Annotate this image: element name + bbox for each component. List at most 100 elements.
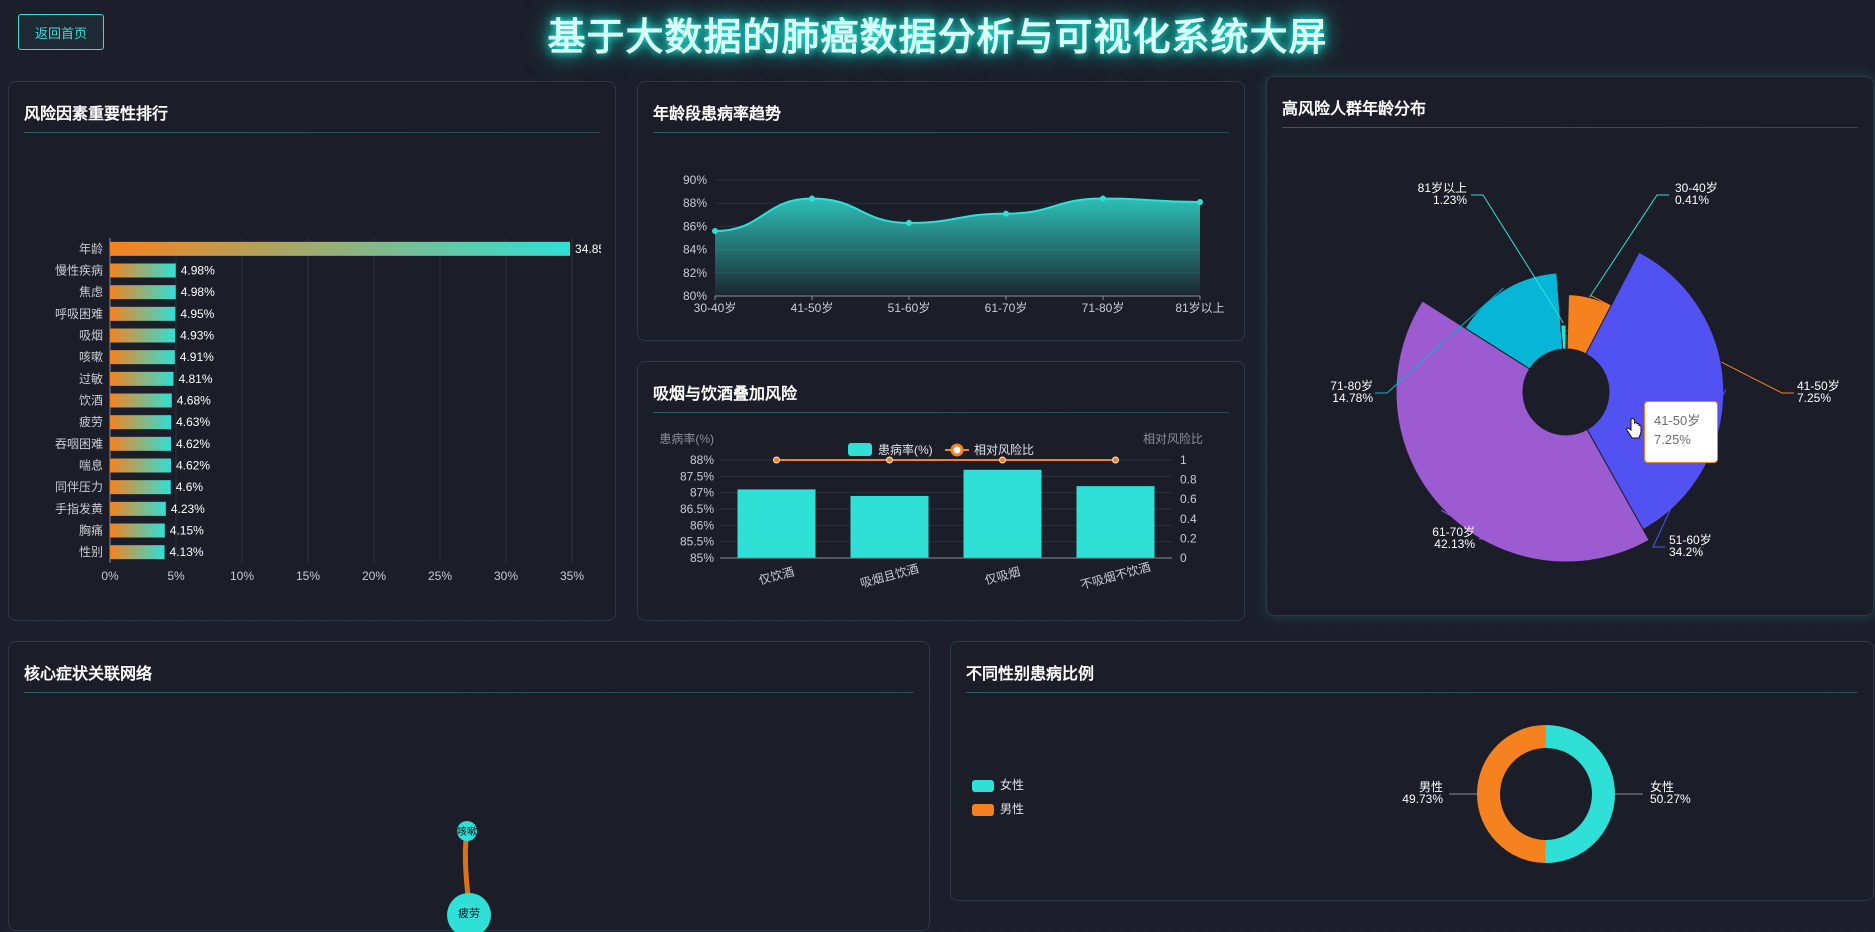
- x-tick-label: 30-40岁: [694, 300, 737, 315]
- risk-factor-bar-chart: 0% 5% 10% 15% 20% 25% 30% 35% 年龄 34.85% 慢性疾病 4.98% 焦…: [55, 238, 601, 583]
- y-category-label: 饮酒: [79, 394, 103, 408]
- bar: [110, 350, 175, 365]
- bar: [110, 285, 176, 300]
- y-tick-label: 82%: [683, 266, 707, 280]
- pointer-cursor-icon: [1626, 418, 1642, 439]
- age-trend-area-chart: 80%82%84%86%88%90%30-40岁 41-50岁 51-60岁 61-7…: [683, 173, 1225, 315]
- bar: [110, 436, 171, 451]
- y-category-label: 疲劳: [79, 414, 103, 429]
- data-label: 4.93%: [180, 329, 214, 343]
- y2-tick-label: 0.6: [1180, 492, 1197, 506]
- slice-value: 49.73%: [1402, 792, 1443, 806]
- area-fill: [715, 198, 1200, 296]
- panel-high-risk-age: 高风险人群年龄分布 30-40岁 0.41% 41-50岁 7.25% 51-60岁 34…: [1266, 76, 1874, 616]
- bar: [110, 458, 171, 473]
- panel-risk-factors: 风险因素重要性排行 0% 5% 10% 15% 20% 25% 30% 35% 年龄 34.85%…: [8, 81, 616, 621]
- data-label: 4.81%: [178, 372, 212, 386]
- data-label: 4.62%: [176, 437, 210, 451]
- data-label: 4.63%: [176, 415, 210, 429]
- donut-slice: [1544, 725, 1616, 863]
- slice-value: 42.13%: [1434, 537, 1475, 551]
- bar: [110, 328, 176, 343]
- legend-swatch: [950, 443, 964, 457]
- bar: [110, 263, 176, 278]
- data-label: 4.68%: [177, 394, 211, 408]
- y-category-label: 年龄: [79, 242, 103, 256]
- data-point: [906, 219, 912, 226]
- x-tick-label: 10%: [230, 569, 254, 583]
- y-category-label: 呼吸困难: [55, 307, 103, 321]
- tooltip-name: 41-50岁: [1654, 413, 1701, 428]
- x-tick-label: 35%: [560, 569, 584, 583]
- panel-symptom-network: 核心症状关联网络 咳嗽 疲劳: [8, 641, 930, 932]
- x-tick-label: 25%: [428, 569, 452, 583]
- x-tick-label: 81岁以上: [1175, 300, 1224, 315]
- y2-tick-label: 1: [1180, 453, 1187, 467]
- data-point: [999, 456, 1006, 464]
- x-tick-label: 0%: [101, 569, 119, 583]
- y-category-label: 吸烟: [79, 329, 103, 343]
- y-tick-label: 87%: [690, 486, 714, 500]
- legend-label: 相对风险比: [974, 442, 1034, 457]
- data-point: [886, 456, 893, 464]
- data-label: 4.98%: [181, 264, 215, 278]
- y-tick-label: 86%: [683, 219, 707, 233]
- data-point: [1003, 210, 1009, 217]
- data-label: 4.95%: [180, 307, 214, 321]
- y2-tick-label: 0.4: [1180, 512, 1197, 526]
- bar: [110, 306, 176, 321]
- y2-tick-label: 0: [1180, 551, 1187, 565]
- y-category-label: 慢性疾病: [55, 263, 103, 278]
- page-title: 基于大数据的肺癌数据分析与可视化系统大屏: [547, 17, 1328, 59]
- data-point: [773, 456, 780, 464]
- y-category-label: 手指发黄: [55, 501, 103, 516]
- panel-gender-ratio: 不同性别患病比例 女性 男性 女性 50.27% 男性 49.73%: [950, 641, 1874, 901]
- y-tick-label: 90%: [683, 173, 707, 187]
- data-label: 4.15%: [170, 524, 204, 538]
- data-point: [1112, 456, 1119, 464]
- x-tick-label: 吸烟且饮酒: [859, 561, 921, 590]
- slice-value: 1.23%: [1433, 193, 1467, 207]
- y-tick-label: 84%: [683, 243, 707, 257]
- x-tick-label: 15%: [296, 569, 320, 583]
- y-tick-label: 85.5%: [680, 535, 714, 549]
- bar: [110, 393, 172, 408]
- y2-axis-title: 相对风险比: [1143, 431, 1203, 446]
- y-tick-label: 86%: [690, 518, 714, 532]
- data-label: 4.91%: [180, 350, 214, 364]
- bar: [1076, 486, 1155, 558]
- slice-value: 34.2%: [1669, 545, 1703, 559]
- data-point: [712, 228, 718, 235]
- bar: [110, 241, 571, 256]
- y-tick-label: 88%: [690, 453, 714, 467]
- y-axis-title: 患病率(%): [659, 431, 714, 446]
- x-tick-label: 5%: [167, 569, 185, 583]
- bar: [737, 489, 816, 558]
- slice-value: 14.78%: [1332, 391, 1373, 405]
- slice-value: 7.25%: [1797, 391, 1831, 405]
- x-tick-label: 不吸烟不饮酒: [1079, 560, 1152, 592]
- y-category-label: 性别: [79, 545, 103, 559]
- data-label: 4.62%: [176, 459, 210, 473]
- y-category-label: 过敏: [79, 371, 103, 386]
- bar: [850, 495, 929, 558]
- x-tick-label: 30%: [494, 569, 518, 583]
- x-tick-label: 71-80岁: [1082, 300, 1125, 315]
- symptom-network-graph: 咳嗽 疲劳: [447, 821, 491, 932]
- y-category-label: 吞咽困难: [55, 437, 103, 451]
- y-tick-label: 87.5%: [680, 469, 714, 483]
- data-point: [1197, 199, 1203, 206]
- x-tick-label: 仅饮酒: [757, 565, 795, 588]
- x-tick-label: 仅吸烟: [983, 565, 1021, 588]
- smoke-drink-combo-chart: 患病率(%) 相对风险比 85% 85.5% 86% 86.5% 87% 87.5% 88% 0 0…: [659, 431, 1203, 592]
- y2-tick-label: 0.8: [1180, 473, 1197, 487]
- gender-donut-chart: 女性50.27%男性49.73%: [1402, 725, 1691, 863]
- y-tick-label: 88%: [683, 196, 707, 210]
- x-tick-label: 51-60岁: [888, 300, 931, 315]
- bar: [110, 523, 165, 538]
- network-node-label: 疲劳: [458, 906, 480, 920]
- data-point: [809, 195, 815, 202]
- y-category-label: 咳嗽: [79, 350, 103, 364]
- panel-age-trend: 年龄段患病率趋势 80% 82% 84% 86% 88% 90% 30-40岁 41-50岁 5…: [637, 81, 1245, 341]
- y-category-label: 同伴压力: [55, 480, 103, 494]
